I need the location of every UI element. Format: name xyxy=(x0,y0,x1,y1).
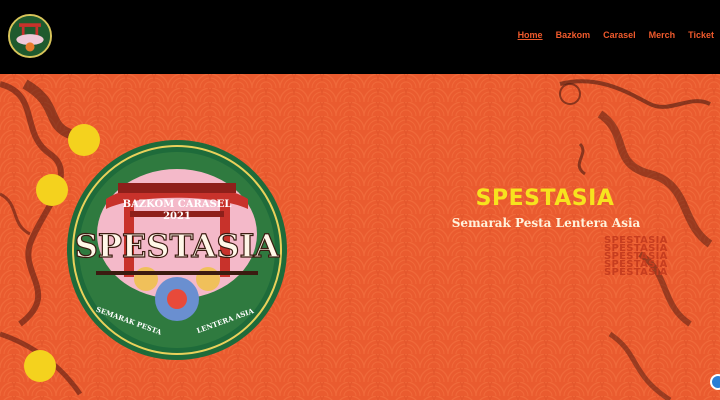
hero-title: SPESTASIA xyxy=(475,186,615,211)
echo-title-line: SPESTASIA xyxy=(604,267,668,278)
spestasia-badge: BAZKOM CARASEL 2021 SPESTASIA SEMARAK PE… xyxy=(67,140,287,360)
badge-name: SPESTASIA xyxy=(75,227,281,265)
badge-year: 2021 xyxy=(163,211,191,222)
hero-subtitle: Semarak Pesta Lentera Asia xyxy=(451,216,641,230)
nav-ticket-link[interactable]: Ticket xyxy=(688,30,714,40)
nav-carasel-link[interactable]: Carasel xyxy=(603,30,636,40)
badge-top-text: BAZKOM CARASEL xyxy=(123,199,232,210)
echo-title-stack: SPESTASIA SPESTASIA SPESTASIA SPESTASIA … xyxy=(604,236,694,278)
accessibility-icon[interactable] xyxy=(710,374,720,390)
hero-section: BAZKOM CARASEL 2021 SPESTASIA SEMARAK PE… xyxy=(0,74,720,400)
main-nav: Home Bazkom Carasel Merch Ticket xyxy=(518,30,714,40)
yellow-dot xyxy=(24,350,56,382)
yellow-dot xyxy=(36,174,68,206)
nav-bazkom-link[interactable]: Bazkom xyxy=(556,30,591,40)
nav-merch-link[interactable]: Merch xyxy=(649,30,676,40)
nav-home-link[interactable]: Home xyxy=(518,30,543,40)
spestasia-logo-icon[interactable] xyxy=(8,14,52,58)
site-header: Home Bazkom Carasel Merch Ticket xyxy=(0,0,720,74)
